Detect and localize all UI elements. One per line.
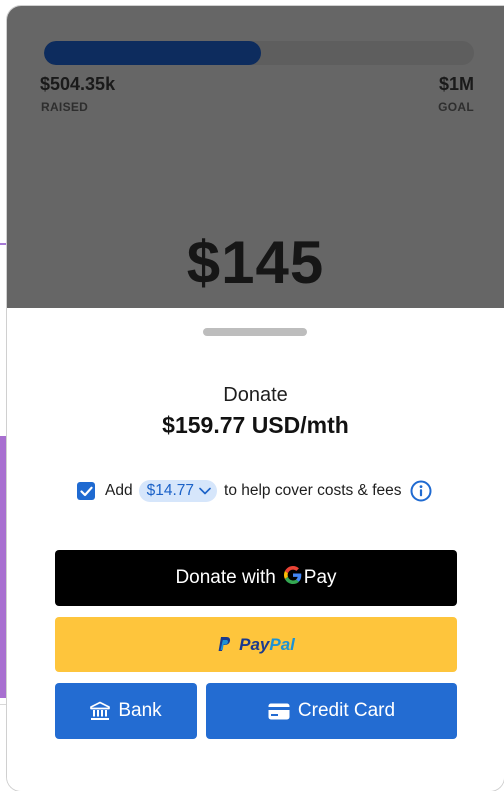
credit-card-button[interactable]: Credit Card	[206, 683, 457, 739]
cover-fees-row: Add $14.77 to help cover costs & fees	[77, 478, 432, 504]
fundraising-progress-bar	[44, 41, 474, 65]
credit-card-label: Credit Card	[297, 700, 396, 721]
google-pay-label: Donate with	[175, 567, 276, 588]
bank-icon	[90, 701, 111, 721]
raised-label: RAISED	[41, 100, 89, 114]
selected-donation-amount: $145	[186, 229, 325, 296]
raised-amount: $504.35k	[40, 74, 116, 94]
paypal-logo-icon	[217, 636, 231, 653]
goal-label: GOAL	[438, 100, 474, 114]
cover-fees-checkbox[interactable]	[77, 482, 95, 500]
campaign-overlay: $504.35k RAISED $1M GOAL $145	[7, 6, 504, 308]
progress-bar-fill	[44, 41, 261, 65]
google-g-icon	[283, 566, 302, 590]
bank-button[interactable]: Bank	[55, 683, 197, 739]
google-pay-button[interactable]: Donate with Pay	[55, 550, 457, 606]
chevron-down-icon	[199, 487, 211, 495]
fee-amount-value: $14.77	[146, 482, 195, 499]
goal-amount: $1M	[438, 74, 474, 94]
donate-total-amount: $159.77 USD/mth	[162, 412, 349, 438]
checkmark-icon	[79, 486, 93, 496]
paypal-wordmark-pay: Pay	[239, 634, 270, 654]
paypal-button[interactable]: PayPal	[55, 617, 457, 672]
donation-modal: $504.35k RAISED $1M GOAL $145 Donate $15…	[7, 6, 504, 791]
bank-label: Bank	[118, 700, 162, 721]
fee-prefix-text: Add	[105, 482, 133, 499]
google-pay-pay-text: Pay	[303, 567, 337, 588]
paypal-wordmark: PayPal	[239, 635, 295, 655]
sheet-drag-handle[interactable]	[203, 328, 307, 336]
donate-heading: Donate	[223, 384, 288, 406]
payment-sheet: Donate $159.77 USD/mth Add $14.77 to hel…	[7, 308, 504, 791]
credit-card-icon	[268, 703, 290, 720]
fee-suffix-text: to help cover costs & fees	[224, 482, 402, 499]
fee-amount-dropdown[interactable]: $14.77	[138, 480, 218, 502]
info-icon[interactable]	[410, 480, 432, 502]
paypal-wordmark-pal: Pal	[269, 634, 295, 654]
